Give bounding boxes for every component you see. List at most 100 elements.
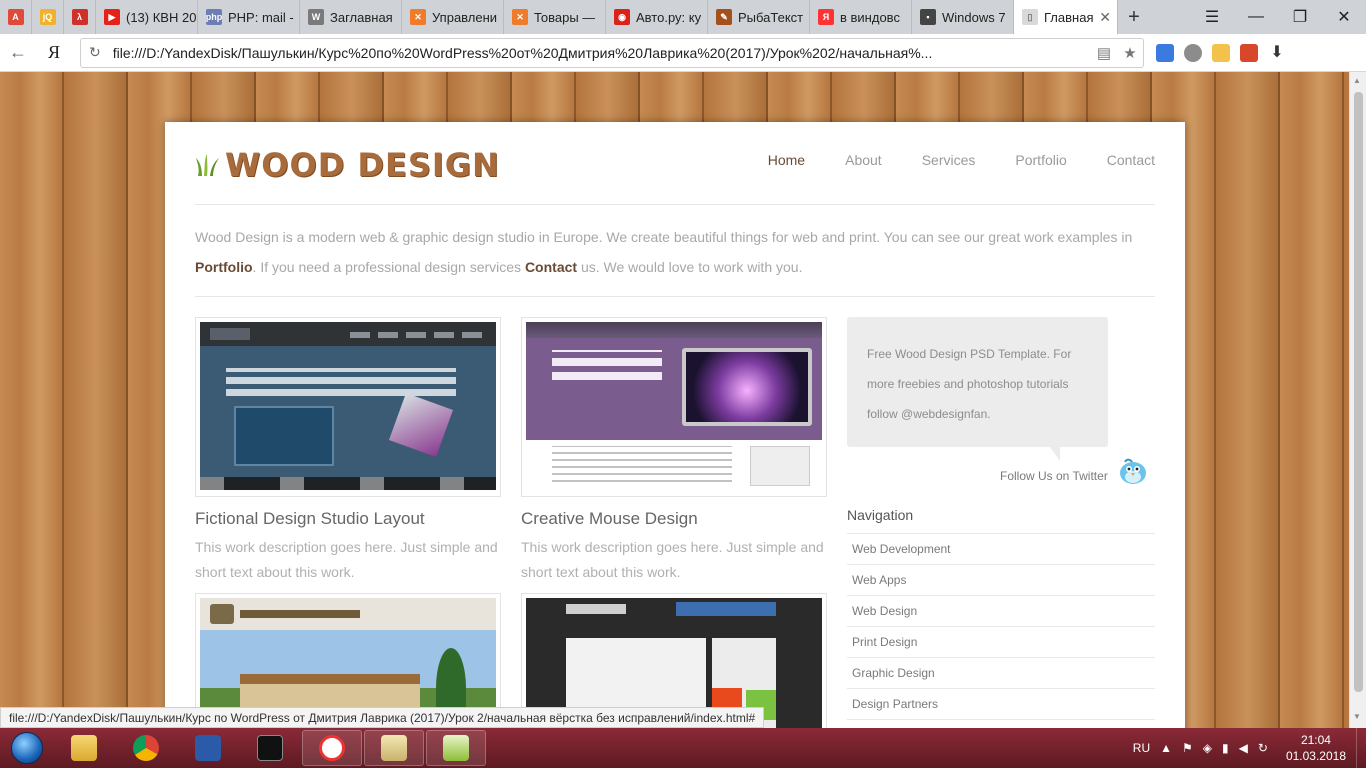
system-tray: RU ▲ ⚑ ◈ ▮ ◀ ↻ 21:04 01.03.2018 [1133,732,1356,764]
tab-youtube[interactable]: ▶ (13) КВН 20 [96,0,198,34]
tab-label: (13) КВН 20 [126,9,197,25]
reader-mode-icon[interactable]: ▤ [1091,44,1117,62]
translate-icon[interactable] [1156,43,1174,62]
notes-icon[interactable] [1212,43,1230,62]
bubble-line[interactable]: follow @webdesignfan. [867,399,1088,429]
network-icon[interactable]: ▮ [1222,741,1229,755]
sidebar-item-graphic-design[interactable]: Graphic Design [847,658,1155,689]
close-window-icon[interactable]: ✕ [1322,7,1366,27]
tab-auto[interactable]: ◉ Авто.ру: ку [606,0,708,34]
nav-contact[interactable]: Contact [1107,152,1155,168]
sidebar-item-web-development[interactable]: Web Development [847,534,1155,565]
tab-windows7[interactable]: ▪ Windows 7 [912,0,1014,34]
site-icon: ▪ [920,9,936,25]
yandex-home-button[interactable]: Я [36,42,72,63]
portfolio-title[interactable]: Creative Mouse Design [521,509,827,529]
restore-icon[interactable]: ❐ [1278,7,1322,27]
contact-link[interactable]: Contact [525,259,577,275]
tab-wordpress[interactable]: W Заглавная [300,0,402,34]
portfolio-link[interactable]: Portfolio [195,259,253,275]
tab-adblock[interactable]: A [0,0,32,34]
tab-php[interactable]: php PHP: mail - [198,0,300,34]
yandex-browser-icon [319,735,345,761]
main-nav: Home About Services Portfolio Contact [728,152,1155,168]
menu-icon[interactable]: ☰ [1190,7,1234,27]
follow-twitter-link[interactable]: Follow Us on Twitter [1000,469,1108,483]
site-panel: WOOD DESIGN Home About Services Portfoli… [165,122,1185,728]
notepad-icon [443,735,469,761]
taskbar-floppy-app[interactable] [178,730,238,766]
taskbar-cmd[interactable] [240,730,300,766]
portfolio-thumbnail[interactable] [195,317,501,497]
twitter-bird-icon[interactable] [1115,452,1151,488]
scroll-up-icon[interactable]: ▲ [1353,76,1361,85]
sidebar-item-print-design[interactable]: Print Design [847,627,1155,658]
reload-icon[interactable]: ↻ [89,44,101,61]
office-icon[interactable] [1240,43,1258,62]
nav-portfolio[interactable]: Portfolio [1015,152,1066,168]
tab-label: Главная [1044,9,1094,25]
minimize-icon[interactable]: — [1234,8,1278,26]
adblock-icon: A [7,9,24,25]
language-indicator[interactable]: RU [1133,741,1150,755]
tab-xampp-2[interactable]: ✕ Товары — [504,0,606,34]
settings-gear-icon[interactable] [1184,43,1202,62]
sidebar-nav-heading: Navigation [847,507,914,523]
site-logo[interactable]: WOOD DESIGN [195,146,500,184]
tab-label: РыбаТекст [738,9,804,25]
chrome-icon [133,735,159,761]
tab-tool[interactable]: λ [64,0,96,34]
intro-part: us. We would love to work with you. [577,259,803,275]
taskbar-notepad[interactable] [426,730,486,766]
flag-icon[interactable]: ⚑ [1182,741,1193,755]
tab-xampp-1[interactable]: ✕ Управлени [402,0,504,34]
page-scrollbar[interactable]: ▲ ▼ [1349,72,1366,728]
xampp-icon: ✕ [410,9,426,25]
portfolio-thumbnail[interactable] [521,317,827,497]
taskbar-total-commander[interactable] [364,730,424,766]
youtube-icon: ▶ [104,9,120,25]
bookmark-star-icon[interactable]: ★ [1117,44,1143,62]
tab-active-home[interactable]: ▯ Главная ✕ [1014,0,1118,34]
tab-jquery[interactable]: jQ [32,0,64,34]
bubble-line: Free Wood Design PSD Template. For [867,347,1072,361]
jquery-icon: jQ [39,9,56,25]
nav-home[interactable]: Home [768,152,805,168]
show-desktop-button[interactable] [1356,728,1366,768]
download-icon[interactable]: ⬇ [1268,44,1286,62]
wordpress-icon: W [308,9,324,25]
nav-services[interactable]: Services [922,152,976,168]
tab-label: Авто.ру: ку [636,9,702,25]
system-clock[interactable]: 21:04 01.03.2018 [1286,732,1346,764]
taskbar-yandex-browser[interactable] [302,730,362,766]
tab-yandex-search[interactable]: Яв виндовс [810,0,912,34]
taskbar-chrome[interactable] [116,730,176,766]
terminal-icon [257,735,283,761]
sync-icon[interactable]: ↻ [1258,741,1268,755]
sidebar-item-web-design[interactable]: Web Design [847,596,1155,627]
close-tab-icon[interactable]: ✕ [1099,9,1111,26]
tab-label: Windows 7 [942,9,1006,25]
tab-label: Товары — [534,9,596,25]
volume-icon[interactable]: ◀ [1239,741,1248,755]
portfolio-item: Fictional Design Studio Layout This work… [195,317,501,585]
scrollbar-thumb[interactable] [1354,92,1363,692]
security-icon[interactable]: ◈ [1203,741,1212,755]
taskbar-explorer[interactable] [54,730,114,766]
url-field[interactable]: ↻ file:///D:/YandexDisk/Пашулькин/Курс%2… [80,37,1144,68]
start-button[interactable] [0,728,54,768]
fictional-studio-screenshot [200,322,496,490]
tab-fishtext[interactable]: ✎ РыбаТекст [708,0,810,34]
new-tab-button[interactable]: + [1118,0,1150,34]
portfolio-title[interactable]: Fictional Design Studio Layout [195,509,501,529]
clock-date: 01.03.2018 [1285,749,1346,763]
back-icon[interactable]: ← [0,42,36,63]
show-hidden-icons-icon[interactable]: ▲ [1160,741,1172,755]
nav-about[interactable]: About [845,152,882,168]
car-icon: ◉ [614,9,630,25]
url-text: file:///D:/YandexDisk/Пашулькин/Курс%20п… [112,44,933,61]
sidebar-item-web-apps[interactable]: Web Apps [847,565,1155,596]
sidebar-item-design-partners[interactable]: Design Partners [847,689,1155,720]
bubble-line: more freebies and photoshop tutorials [867,377,1069,391]
scroll-down-icon[interactable]: ▼ [1353,712,1361,721]
